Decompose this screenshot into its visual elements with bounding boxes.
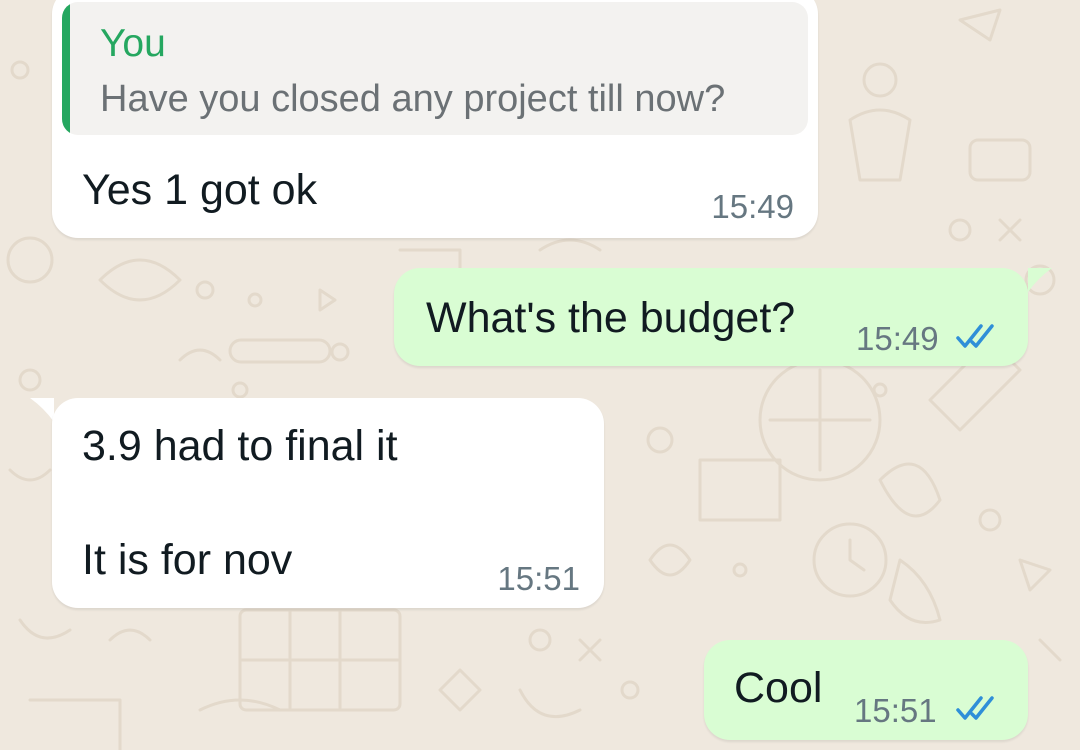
quoted-reply[interactable]: You Have you closed any project till now… xyxy=(62,2,808,135)
quote-accent-bar xyxy=(62,2,70,135)
double-check-icon xyxy=(956,324,994,348)
message-timestamp: 15:49 xyxy=(711,188,794,225)
message-timestamp: 15:49 xyxy=(856,320,939,357)
incoming-message-bubble[interactable]: 3.9 had to final it It is for nov 15:51 xyxy=(52,398,604,608)
message-text-line: 3.9 had to final it xyxy=(82,422,398,470)
outgoing-message-bubble[interactable]: What's the budget? 15:49 xyxy=(394,268,1028,366)
bubble-tail xyxy=(1018,268,1052,292)
message-timestamp: 15:51 xyxy=(497,560,580,597)
message-timestamp: 15:51 xyxy=(854,692,937,729)
message-text-line: It is for nov xyxy=(82,536,293,584)
message-text: Yes 1 got ok xyxy=(82,166,318,214)
outgoing-message-bubble[interactable]: Cool 15:51 xyxy=(704,640,1028,740)
quoted-author: You xyxy=(100,22,166,65)
quoted-text: Have you closed any project till now? xyxy=(100,78,726,120)
incoming-message-bubble[interactable]: You Have you closed any project till now… xyxy=(52,0,818,238)
message-text: What's the budget? xyxy=(426,294,796,342)
double-check-icon xyxy=(956,696,994,720)
message-text: Cool xyxy=(734,664,823,712)
